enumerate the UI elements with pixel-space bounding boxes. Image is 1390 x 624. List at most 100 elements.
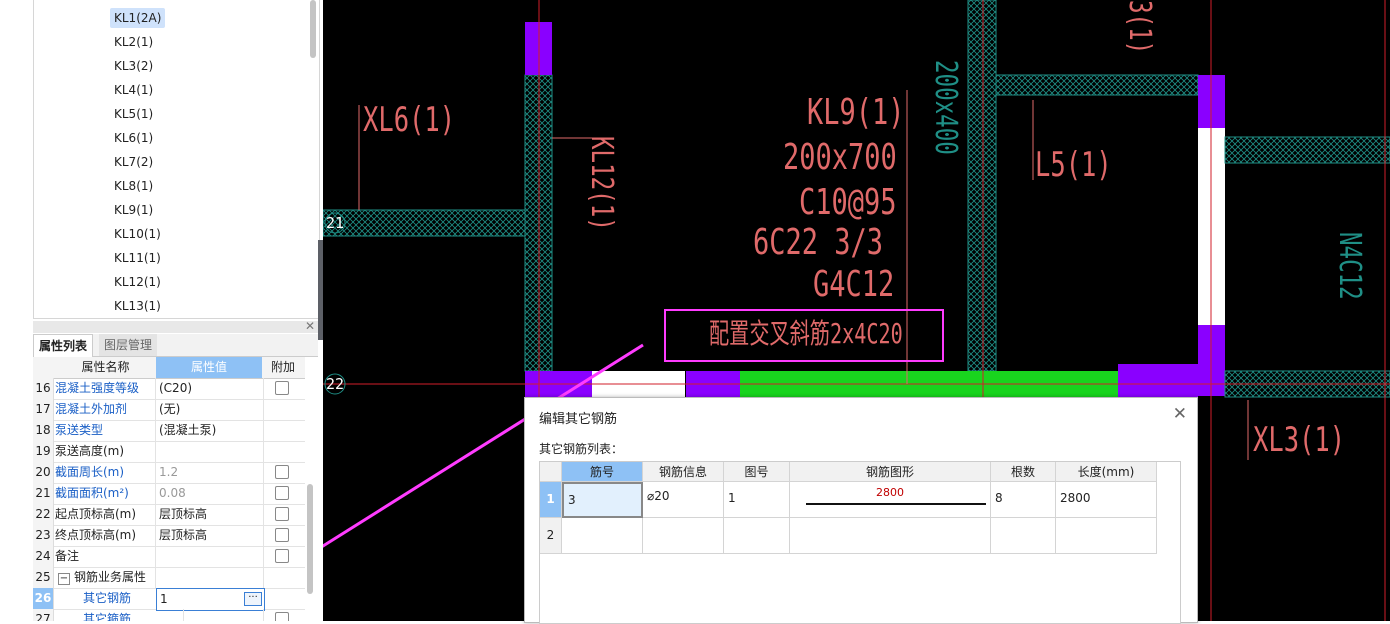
tree-item[interactable]: KL7(2) (110, 152, 157, 172)
length-cell[interactable] (1056, 518, 1157, 554)
tree-item[interactable]: KL12(1) (110, 272, 165, 292)
beam-hatch-right-horizontal (1224, 136, 1390, 164)
attach-checkbox[interactable] (275, 612, 289, 621)
property-value-text: 1.2 (159, 465, 179, 479)
tab-layer-management[interactable]: 图层管理 (99, 334, 158, 356)
attach-checkbox[interactable] (275, 465, 289, 479)
property-value[interactable]: 1.2 (156, 462, 264, 483)
tab-property-list[interactable]: 属性列表 (33, 334, 94, 357)
property-value-text: (C20) (159, 381, 193, 395)
grid-row-number[interactable]: 1 (540, 482, 562, 518)
beam-label-xl6: XL6(1) (363, 100, 456, 140)
dialog-subtitle: 其它钢筋列表： (539, 442, 624, 456)
dialog-title: 编辑其它钢筋 (539, 412, 618, 427)
property-name: 混凝土强度等级 (55, 378, 156, 399)
property-value[interactable]: 层顶标高 (156, 525, 264, 546)
tree-item[interactable]: KL3(2) (110, 56, 157, 76)
attach-checkbox[interactable] (275, 507, 289, 521)
rebar-shape-cell[interactable]: 2800 (790, 482, 991, 518)
length-cell[interactable]: 2800 (1056, 482, 1157, 518)
shape-no-cell[interactable] (724, 518, 790, 554)
property-value[interactable]: 1 ··· (156, 588, 265, 611)
property-value[interactable] (156, 441, 264, 462)
grid-header-length[interactable]: 长度(mm) (1056, 462, 1157, 482)
property-value[interactable]: 层顶标高 (156, 504, 264, 525)
property-name-text: 截面周长(m) (55, 465, 125, 479)
left-panel: KL1(2A) KL2(1) KL3(2) KL4(1) KL5(1) KL6(1) KL7… (0, 0, 322, 621)
tree-item[interactable]: KL1(2A) (110, 8, 166, 28)
close-icon[interactable]: ✕ (305, 319, 315, 333)
attach-checkbox[interactable] (275, 486, 289, 500)
grid-header-shape-no[interactable]: 图号 (724, 462, 790, 482)
header-property-value: 属性值 (156, 357, 262, 378)
bar-no-cell[interactable] (562, 518, 643, 554)
property-value[interactable] (156, 567, 264, 588)
tree-item[interactable]: KL11(1) (110, 248, 165, 268)
property-row[interactable]: 22 起点顶标高(m) 层顶标高 (33, 504, 305, 526)
attach-checkbox[interactable] (275, 549, 289, 563)
property-row[interactable]: 24 备注 (33, 546, 305, 568)
tree-item[interactable]: KL8(1) (110, 176, 157, 196)
property-value[interactable]: 0.08 (156, 483, 264, 504)
tree-item[interactable]: KL5(1) (110, 104, 157, 124)
beam-hatch-top-horizontal (995, 74, 1199, 96)
property-value[interactable] (156, 609, 264, 621)
grid-header-rebar-info[interactable]: 钢筋信息 (643, 462, 724, 482)
property-name: 终点顶标高(m) (55, 525, 156, 546)
beam-label-kl9-line-3: C10@95 (799, 182, 897, 223)
panel-header: ✕ (33, 319, 318, 333)
shape-no-cell[interactable]: 1 (724, 482, 790, 518)
tree-item[interactable]: KL4(1) (110, 80, 157, 100)
rebar-info-cell[interactable] (643, 518, 724, 554)
property-row[interactable]: 17 混凝土外加剂 (无) (33, 399, 305, 421)
property-name-text: 备注 (55, 549, 80, 563)
attach-checkbox[interactable] (275, 381, 289, 395)
count-cell[interactable] (991, 518, 1056, 554)
tree-item[interactable]: KL6(1) (110, 128, 157, 148)
property-row[interactable]: 27 其它箍筋 (33, 609, 305, 621)
rebar-info-cell[interactable]: ⌀20 (643, 482, 724, 518)
tree-item[interactable]: KL2(1) (110, 32, 157, 52)
tree-item[interactable]: KL10(1) (110, 224, 165, 244)
property-row[interactable]: 19 泵送高度(m) (33, 441, 305, 463)
grid-header-rebar-shape[interactable]: 钢筋图形 (790, 462, 991, 482)
property-name: 混凝土外加剂 (55, 399, 156, 420)
property-value[interactable]: (无) (156, 399, 264, 420)
property-row-number: 20 (33, 462, 54, 483)
beam-label-kl9-line-2: 200x700 (783, 137, 897, 178)
property-row[interactable]: 16 混凝土强度等级 (C20) (33, 378, 305, 400)
beam-label-top-right: 3(1) (1122, 0, 1157, 55)
grid-row-number[interactable]: 2 (540, 518, 562, 554)
tree-item[interactable]: KL9(1) (110, 200, 157, 220)
rebar-shape-line (806, 503, 986, 505)
collapse-icon[interactable]: − (58, 573, 70, 585)
attach-checkbox[interactable] (275, 528, 289, 542)
property-scrollbar[interactable] (307, 484, 313, 594)
property-row[interactable]: 23 终点顶标高(m) 层顶标高 (33, 525, 305, 547)
count-cell[interactable]: 8 (991, 482, 1056, 518)
property-row-number: 17 (33, 399, 54, 420)
property-value[interactable] (156, 546, 264, 567)
axis-label-21: 21 (326, 214, 345, 232)
property-name-text: 起点顶标高(m) (55, 507, 137, 521)
property-row[interactable]: 25− 钢筋业务属性 (33, 567, 305, 589)
property-value[interactable]: (混凝土泵) (156, 420, 264, 441)
property-value-text: 层顶标高 (159, 507, 208, 521)
property-row[interactable]: 20 截面周长(m) 1.2 (33, 462, 305, 484)
beam-label-l5: L5(1) (1035, 145, 1112, 185)
ellipsis-button[interactable]: ··· (244, 592, 262, 606)
property-value[interactable]: (C20) (156, 378, 264, 399)
close-icon[interactable]: ✕ (1173, 404, 1187, 424)
property-name-text: 钢筋业务属性 (74, 570, 147, 584)
property-row[interactable]: 21 截面面积(m²) 0.08 (33, 483, 305, 505)
property-row-number: 23 (33, 525, 54, 546)
bar-no-cell[interactable]: 3 (562, 482, 643, 518)
tree-item[interactable]: KL13(1) (110, 296, 165, 316)
grid-header-count[interactable]: 根数 (991, 462, 1056, 482)
grid-header-bar-no[interactable]: 筋号 (562, 462, 643, 482)
property-row-number: 26 (33, 588, 54, 609)
tree-scrollbar[interactable] (310, 0, 316, 58)
rebar-shape-cell[interactable] (790, 518, 991, 554)
property-row[interactable]: 18 泵送类型 (混凝土泵) (33, 420, 305, 442)
property-row[interactable]: 26 其它钢筋 1 ··· (33, 588, 305, 611)
